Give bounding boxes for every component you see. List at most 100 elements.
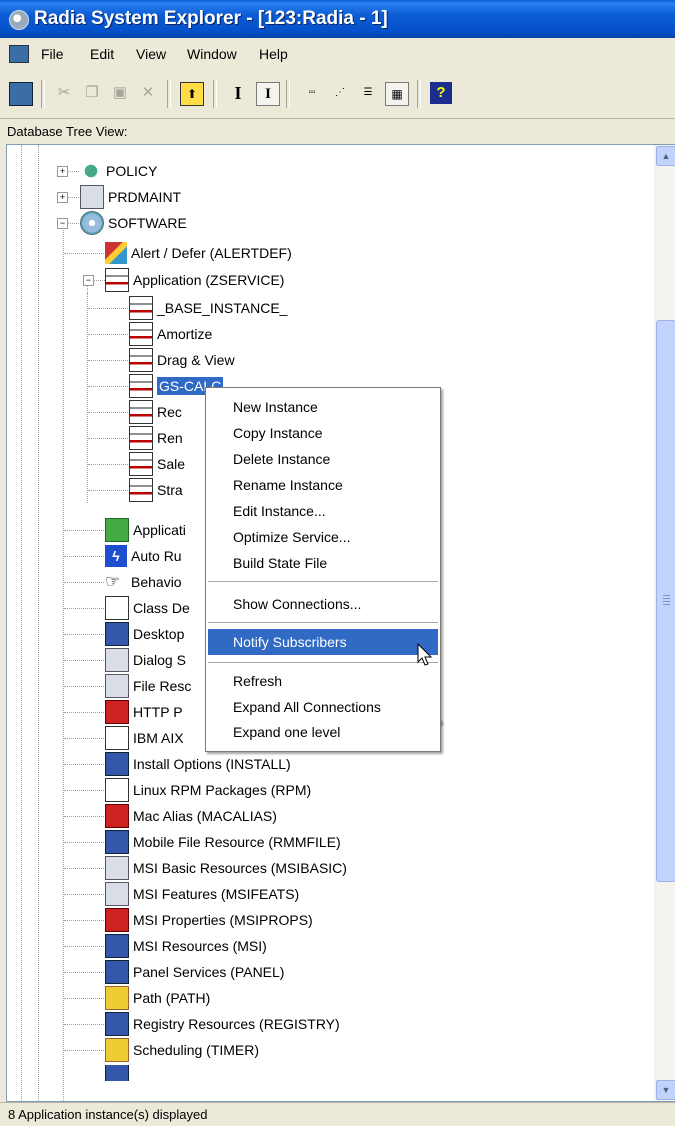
details-view-icon[interactable]: ▦ [385, 82, 409, 106]
menu-window[interactable]: Window [187, 46, 237, 62]
tree-line [64, 946, 104, 947]
scroll-up-button[interactable]: ▲ [656, 146, 675, 166]
file-resource-icon [105, 674, 129, 698]
instance-icon [129, 296, 153, 320]
tree-item-class[interactable]: MSI Properties (MSIPROPS) [105, 907, 313, 933]
tree-item-label: Behavio [131, 574, 182, 590]
instance-bold-icon[interactable]: I [227, 82, 249, 104]
up-folder-icon[interactable]: ⬆ [180, 82, 204, 106]
cut-icon[interactable]: ✂ [53, 82, 75, 104]
menu-help[interactable]: Help [259, 46, 288, 62]
menu-item-copy-instance[interactable]: Copy Instance [206, 420, 440, 446]
title-bar[interactable]: Radia System Explorer - [123:Radia - 1] [0, 0, 675, 38]
panel-label: Database Tree View: [7, 124, 128, 139]
menu-item-expand-one-level[interactable]: Expand one level [206, 719, 440, 745]
tree-item-partial[interactable] [105, 1065, 133, 1081]
menu-item-notify-subscribers[interactable]: Notify Subscribers [208, 629, 438, 655]
tree-item-class[interactable]: Panel Services (PANEL) [105, 959, 284, 985]
tree-item-class[interactable]: Class De [105, 595, 190, 621]
tree-line [64, 660, 104, 661]
tree-line [64, 253, 104, 254]
tree-item-class[interactable]: HTTP P [105, 699, 183, 725]
document-icon[interactable] [9, 45, 29, 63]
tree-item-class[interactable]: MSI Basic Resources (MSIBASIC) [105, 855, 347, 881]
menu-item-new-instance[interactable]: New Instance [206, 394, 440, 420]
tree-item-label: Auto Ru [131, 548, 182, 564]
instance-icon [129, 400, 153, 424]
menu-edit[interactable]: Edit [90, 46, 114, 62]
tree-item-prdmaint[interactable]: PRDMAINT [80, 184, 181, 210]
tree-item-class[interactable]: Mobile File Resource (RMMFILE) [105, 829, 341, 855]
scroll-thumb[interactable] [656, 320, 675, 882]
tree-item-class[interactable]: Dialog S [105, 647, 186, 673]
menu-item-expand-all[interactable]: Expand All Connections [206, 694, 440, 720]
tree-item-software[interactable]: SOFTWARE [80, 210, 187, 236]
menu-item-show-connections[interactable]: Show Connections... [206, 591, 440, 617]
tree-item-class[interactable]: File Resc [105, 673, 191, 699]
menu-item-edit-instance[interactable]: Edit Instance... [206, 498, 440, 524]
tree-item-class[interactable]: Applicati [105, 517, 186, 543]
menu-item-rename-instance[interactable]: Rename Instance [206, 472, 440, 498]
tree-line [67, 197, 79, 198]
tree-item-class[interactable]: Desktop [105, 621, 184, 647]
tree-item-instance[interactable]: Sale [129, 451, 185, 477]
tree-item-class[interactable]: MSI Resources (MSI) [105, 933, 267, 959]
tree-item-class[interactable]: MSI Features (MSIFEATS) [105, 881, 299, 907]
tree-item-label: Stra [157, 482, 183, 498]
status-text: 8 Application instance(s) displayed [8, 1107, 208, 1122]
tree-item-class[interactable]: Mac Alias (MACALIAS) [105, 803, 277, 829]
copy-icon[interactable]: ❐ [81, 82, 103, 104]
tree-item-class[interactable]: Path (PATH) [105, 985, 210, 1011]
app-icon[interactable] [9, 10, 29, 30]
msi-features-icon [105, 882, 129, 906]
tree-item-label: MSI Resources (MSI) [133, 938, 267, 954]
tree-item-class[interactable]: Registry Resources (REGISTRY) [105, 1011, 340, 1037]
help-icon[interactable]: ? [430, 82, 452, 104]
menu-item-refresh[interactable]: Refresh [206, 668, 440, 694]
tree-item-instance[interactable]: Drag & View [129, 347, 235, 373]
tree-item-instance[interactable]: Stra [129, 477, 183, 503]
tree-item-class[interactable]: ϟ Auto Ru [105, 543, 182, 569]
tree-item-class[interactable]: ☞ Behavio [105, 569, 182, 595]
menu-file[interactable]: File [41, 46, 64, 62]
menu-item-build-state-file[interactable]: Build State File [206, 550, 440, 576]
list-view-icon[interactable]: ☰ [357, 82, 379, 104]
delete-icon[interactable]: ✕ [137, 82, 159, 104]
tree-item-instance[interactable]: Ren [129, 425, 183, 451]
tree-item-alertdef[interactable]: Alert / Defer (ALERTDEF) [105, 240, 292, 266]
tree-item-instance[interactable]: _BASE_INSTANCE_ [129, 295, 287, 321]
tree-item-class[interactable]: IBM AIX [105, 725, 184, 751]
scroll-down-button[interactable]: ▼ [656, 1080, 675, 1100]
menu-item-delete-instance[interactable]: Delete Instance [206, 446, 440, 472]
connect-icon[interactable] [9, 82, 33, 106]
tree-item-label: Sale [157, 456, 186, 472]
menu-view[interactable]: View [136, 46, 166, 62]
tree-line [64, 972, 104, 973]
small-icons-icon[interactable]: ⋰ [329, 82, 351, 104]
instance-icon[interactable]: I [256, 82, 280, 106]
tree-item-label: Registry Resources (REGISTRY) [133, 1016, 340, 1032]
tree-line [64, 790, 104, 791]
menu-item-optimize-service[interactable]: Optimize Service... [206, 524, 440, 550]
tree-item-instance[interactable]: Rec [129, 399, 182, 425]
tree-line [88, 412, 128, 413]
tree-item-zservice[interactable]: Application (ZSERVICE) [105, 267, 284, 293]
tree-item-class[interactable]: Linux RPM Packages (RPM) [105, 777, 311, 803]
tree-line [64, 686, 104, 687]
tree-item-class[interactable]: Install Options (INSTALL) [105, 751, 291, 777]
tree-line [63, 228, 64, 1101]
tree-line [88, 334, 128, 335]
vertical-scrollbar[interactable]: ▲ ▼ [654, 145, 675, 1101]
package-icon [105, 726, 129, 750]
large-icons-icon[interactable]: ▫▫ [301, 82, 323, 104]
http-icon [105, 700, 129, 724]
mac-alias-icon [105, 804, 129, 828]
tree-item-policy[interactable]: POLICY [80, 158, 157, 184]
tree-item-instance[interactable]: Amortize [129, 321, 212, 347]
menu-bar: File Edit View Window Help [0, 38, 675, 70]
mobile-file-icon [105, 830, 129, 854]
tree-item-label: Drag & View [157, 352, 235, 368]
paste-icon[interactable]: ▣ [109, 82, 131, 104]
msi-resources-icon [105, 934, 129, 958]
tree-item-class[interactable]: Scheduling (TIMER) [105, 1037, 259, 1063]
